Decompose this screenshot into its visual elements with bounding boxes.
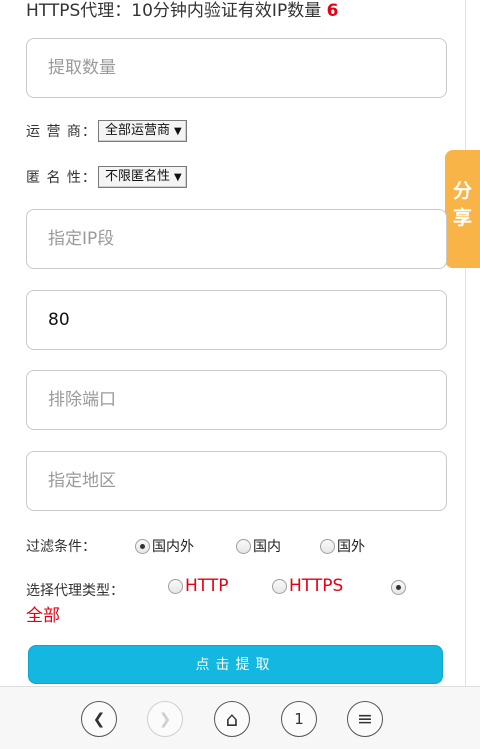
browser-nav-bar: ❮ ❯ ⌂ 1 ≡ (0, 686, 480, 749)
radio-unchecked-icon[interactable] (320, 538, 335, 554)
valid-ip-count: 6 (326, 1, 339, 21)
anonymity-selected: 不限匿名性 (105, 169, 171, 184)
filter-option-label: 国内外 (152, 539, 194, 555)
home-icon: ⌂ (225, 707, 239, 731)
anonymity-select[interactable]: 不限匿名性 ▼ (98, 166, 187, 188)
radio-unchecked-icon[interactable] (236, 538, 251, 554)
header-info: HTTPS代理：10分钟内验证有效IP数量 6 (26, 0, 338, 21)
proxy-type-option-label: HTTPS (289, 576, 344, 596)
exclude-port-field[interactable] (26, 370, 447, 430)
share-char: 分 (452, 180, 472, 202)
radio-checked-icon[interactable] (391, 580, 406, 595)
radio-unchecked-icon[interactable] (272, 578, 287, 594)
carrier-label: 运 营 商： (26, 124, 97, 140)
port-field[interactable] (26, 290, 447, 350)
chevron-left-icon: ❮ (92, 710, 106, 728)
carrier-selected: 全部运营商 (105, 123, 171, 138)
menu-button[interactable]: ≡ (347, 701, 383, 737)
proxy-type-https[interactable]: HTTPS (272, 576, 343, 596)
filter-label: 过滤条件： (26, 539, 96, 555)
carrier-select[interactable]: 全部运营商 ▼ (98, 120, 187, 142)
proxy-type-option-label: HTTP (185, 576, 229, 596)
caret-down-icon: ▼ (174, 126, 182, 137)
proxy-extract-page: HTTPS代理：10分钟内验证有效IP数量 6 运 营 商： 全部运营商▼ 匿 … (0, 0, 480, 749)
extract-button[interactable]: 点击提取 (28, 645, 443, 684)
caret-down-icon: ▼ (174, 172, 182, 183)
filter-option-domestic[interactable]: 国内 (236, 536, 281, 556)
tab-count: 1 (294, 710, 304, 728)
quantity-field[interactable] (26, 38, 447, 98)
radio-checked-icon[interactable] (135, 538, 150, 554)
filter-option-label: 国内 (253, 539, 281, 555)
filter-option-foreign[interactable]: 国外 (320, 536, 365, 556)
exclude-port-input[interactable] (27, 371, 446, 429)
content-edge (465, 0, 466, 686)
port-input[interactable] (27, 291, 446, 349)
header-text: HTTPS代理：10分钟内验证有效IP数量 (26, 1, 327, 21)
region-input[interactable] (27, 452, 446, 510)
proxy-type-label: 选择代理类型： (26, 583, 124, 599)
home-button[interactable]: ⌂ (214, 701, 250, 737)
ip-segment-field[interactable] (26, 209, 447, 269)
proxy-type-http[interactable]: HTTP (168, 576, 229, 596)
share-char: 享 (452, 207, 472, 229)
share-button[interactable]: 分 享 (445, 150, 480, 268)
chevron-right-icon: ❯ (158, 710, 172, 728)
filter-option-label: 国外 (337, 539, 365, 555)
ip-segment-input[interactable] (27, 210, 446, 268)
filter-option-domestic-foreign[interactable]: 国内外 (135, 536, 194, 556)
forward-button[interactable]: ❯ (147, 701, 183, 737)
back-button[interactable]: ❮ (81, 701, 117, 737)
proxy-type-all-label[interactable]: 全部 (26, 601, 60, 626)
tabs-button[interactable]: 1 (281, 701, 317, 737)
menu-icon: ≡ (357, 708, 373, 730)
region-field[interactable] (26, 451, 447, 511)
radio-unchecked-icon[interactable] (168, 578, 183, 594)
quantity-input[interactable] (27, 39, 446, 97)
anonymity-label: 匿 名 性： (26, 170, 97, 186)
proxy-type-all-radio[interactable] (391, 580, 408, 595)
